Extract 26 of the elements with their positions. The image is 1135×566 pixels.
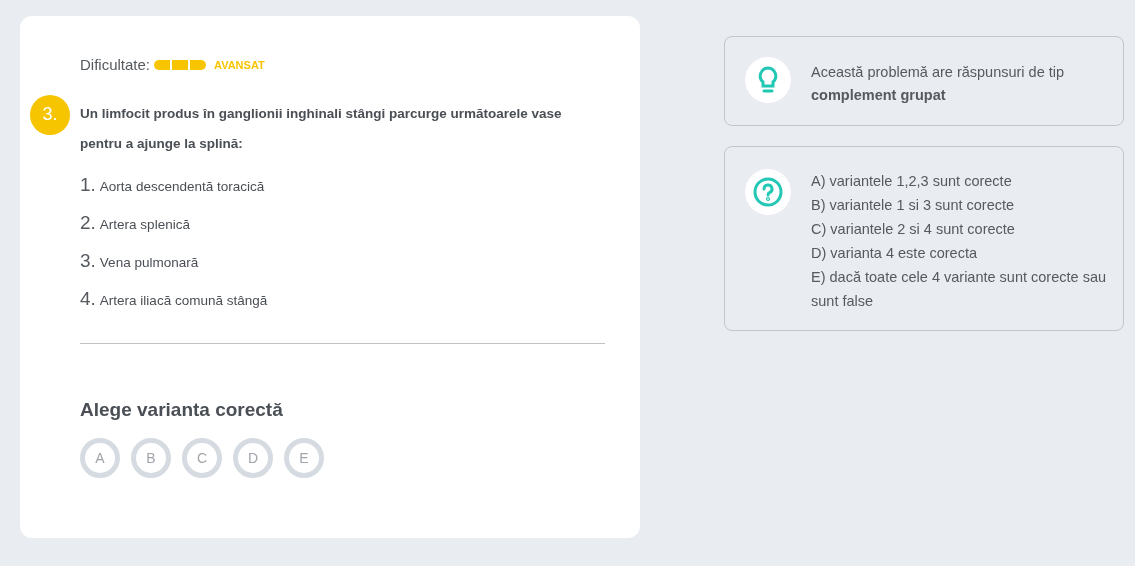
item-number: 1. [80,172,96,197]
item-text: Artera splenică [99,215,190,234]
legend-line: A) variantele 1,2,3 sunt corecte [811,172,1013,191]
answer-heading: Alege varianta corectă [80,397,284,422]
difficulty-level: AVANSAT [214,58,265,73]
hint-text: Această problemă are răspunsuri de tip complement grupat [811,63,1066,105]
choice-button[interactable]: B [131,438,171,478]
lightbulb-icon [757,66,779,94]
choice-button[interactable]: D [233,438,273,478]
question-number-badge: 3. [30,94,70,135]
difficulty-label: Dificultate: [80,55,151,75]
choice-button[interactable]: C [182,438,222,478]
item-text: Vena pulmonară [99,253,199,272]
choice-button[interactable]: A [80,438,120,478]
legend-line: E) dacă toate cele 4 variante sunt corecte sau sunt false [811,268,1107,311]
legend-line: C) variantele 2 si 4 sunt corecte [811,220,1016,239]
legend-line: D) varianta 4 este corecta [811,244,979,263]
item-text: Aorta descendentă toracică [99,177,265,196]
item-number: 2. [80,210,96,235]
item-number: 3. [80,248,96,273]
item-text: Artera iliacă comună stângă [99,291,268,310]
legend-line: B) variantele 1 si 3 sunt corecte [811,196,1016,215]
question-text: Un limfocit produs în ganglionii inghinali stângi parcurge următoarele vase pentru a ajunge la splină: [80,104,563,153]
item-number: 4. [80,286,96,311]
choice-button[interactable]: E [284,438,324,478]
question-icon [753,177,783,207]
